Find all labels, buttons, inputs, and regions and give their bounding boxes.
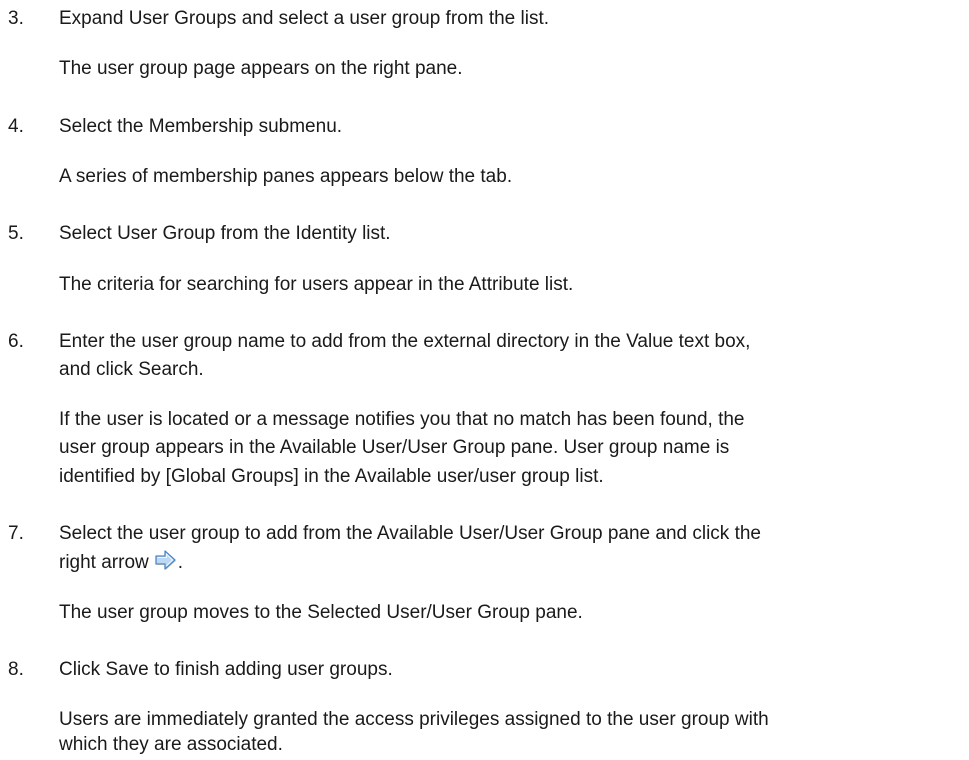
step-instruction-line-1: Enter the user group name to add from th… — [59, 331, 751, 352]
step-number: 7. — [8, 523, 24, 544]
step-number: 6. — [8, 331, 24, 352]
step-number: 8. — [8, 659, 24, 680]
step-instruction: Click Save to finish adding user groups. — [59, 659, 393, 680]
step-instruction-line-1: Select the user group to add from the Av… — [59, 523, 761, 544]
step-3-result: The user group page appears on the right… — [59, 58, 463, 79]
step-4-result: A series of membership panes appears bel… — [59, 166, 513, 187]
step-7-period: . — [177, 552, 184, 573]
step-instruction-line-2: and click Search. — [59, 359, 204, 380]
step-number: 5. — [8, 223, 24, 244]
step-6-result-line-3: identified by [Global Groups] in the Ava… — [59, 466, 604, 487]
right-arrow-icon-graphic — [155, 550, 176, 570]
step-instruction: Select User Group from the Identity list… — [59, 223, 391, 244]
step-6-result-line-1: If the user is located or a message noti… — [59, 409, 745, 430]
step-instruction: Expand User Groups and select a user gro… — [59, 8, 550, 29]
right-arrow-icon — [154, 549, 178, 571]
step-5-result: The criteria for searching for users app… — [59, 274, 574, 295]
right-arrow-label: right arrow — [59, 552, 149, 573]
step-instruction-line-2: right arrow . — [59, 548, 964, 578]
step-8-result-line-2: which they are associated. — [59, 734, 283, 755]
step-6-result-line-2: user group appears in the Available User… — [59, 437, 730, 458]
step-7-result: The user group moves to the Selected Use… — [59, 602, 583, 623]
step-number: 3. — [8, 8, 24, 29]
step-instruction: Select the Membership submenu. — [59, 116, 343, 137]
step-number: 4. — [8, 116, 24, 137]
